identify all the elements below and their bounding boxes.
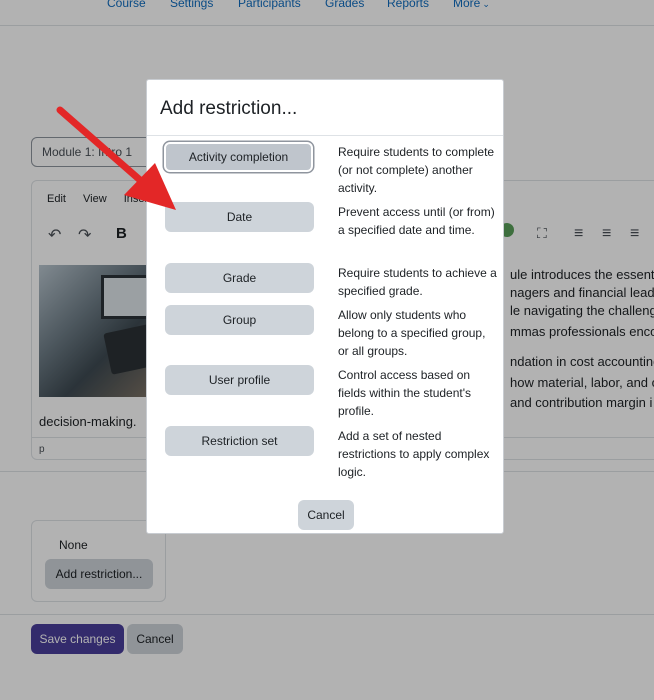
annotation-arrow-icon (56, 106, 176, 210)
